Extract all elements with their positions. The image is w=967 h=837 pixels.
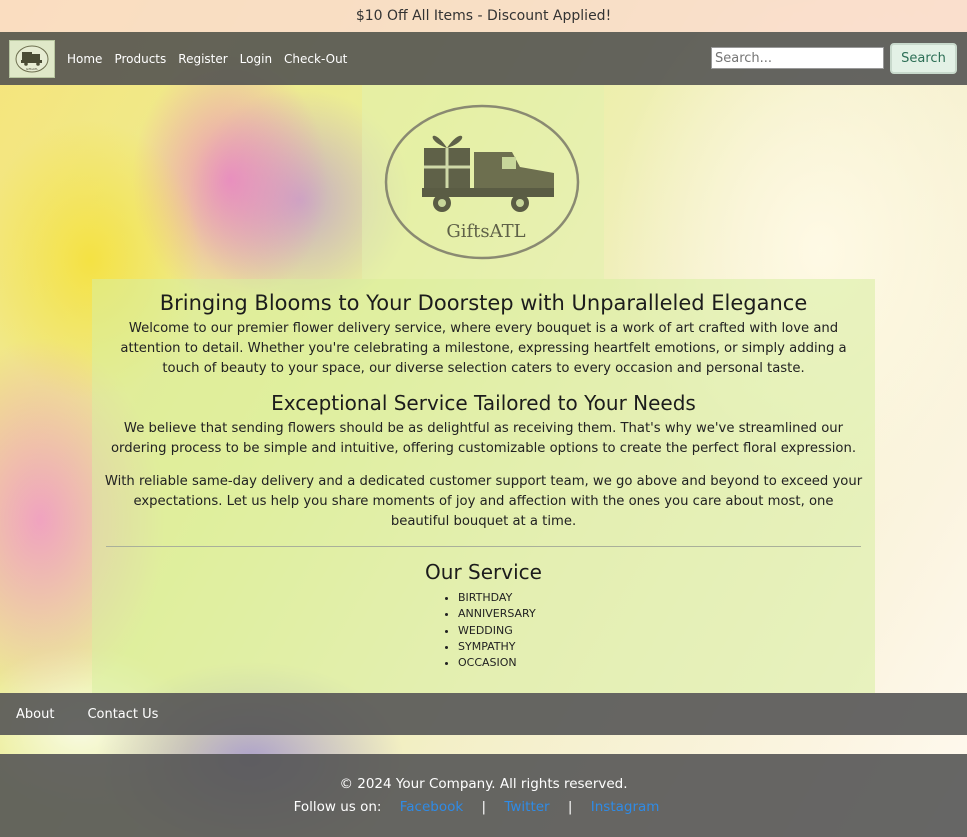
nav-link-home[interactable]: Home [67,52,102,66]
social-separator: | [481,799,487,815]
page-title: Bringing Blooms to Your Doorstep with Un… [159,291,808,315]
section-heading-service: Exceptional Service Tailored to Your Nee… [271,391,696,415]
nav-link-checkout[interactable]: Check-Out [284,52,347,66]
copyright-text: © 2024 Your Company. All rights reserved… [339,776,628,792]
promo-banner: $10 Off All Items - Discount Applied! [0,0,967,32]
navbar-logo[interactable]: GiftsATL [9,39,55,78]
nav-link-login[interactable]: Login [240,52,272,66]
service-paragraph-2: With reliable same-day delivery and a de… [104,474,863,529]
footer: © 2024 Your Company. All rights reserved… [0,754,967,837]
instagram-link[interactable]: Instagram [591,799,660,815]
social-separator: | [567,799,573,815]
follow-label: Follow us on: [293,799,382,815]
search-button[interactable]: Search [890,43,957,74]
footer-nav: About Contact Us [0,693,967,735]
service-item-occasion: OCCASION [458,655,875,671]
service-list: BIRTHDAY ANNIVERSARY WEDDING SYMPATHY OC… [458,590,875,671]
twitter-link[interactable]: Twitter [504,799,549,815]
main-content: Bringing Blooms to Your Doorstep with Un… [92,279,875,693]
footer-link-contact[interactable]: Contact Us [87,707,158,722]
hero-logo-text: GiftsATL [446,221,525,242]
facebook-link[interactable]: Facebook [400,799,463,815]
search-input[interactable] [711,47,884,69]
service-item-anniversary: ANNIVERSARY [458,606,875,622]
intro-paragraph: Welcome to our premier flower delivery s… [120,321,847,376]
service-paragraph-1: We believe that sending flowers should b… [110,421,857,456]
service-item-sympathy: SYMPATHY [458,639,875,655]
nav-link-register[interactable]: Register [178,52,227,66]
giftsatl-logo: GiftsATL [384,104,580,260]
footer-link-about[interactable]: About [16,707,54,722]
hero-logo-panel: GiftsATL [362,85,604,279]
navbar-logo-text: GiftsATL [26,67,39,71]
service-item-wedding: WEDDING [458,623,875,639]
service-item-birthday: BIRTHDAY [458,590,875,606]
navbar: GiftsATL Home Products Register Login Ch… [0,32,967,85]
section-divider [106,546,861,547]
social-links: Follow us on: Facebook | Twitter | Insta… [0,799,967,815]
nav-link-products[interactable]: Products [114,52,166,66]
our-service-heading: Our Service [425,560,542,584]
